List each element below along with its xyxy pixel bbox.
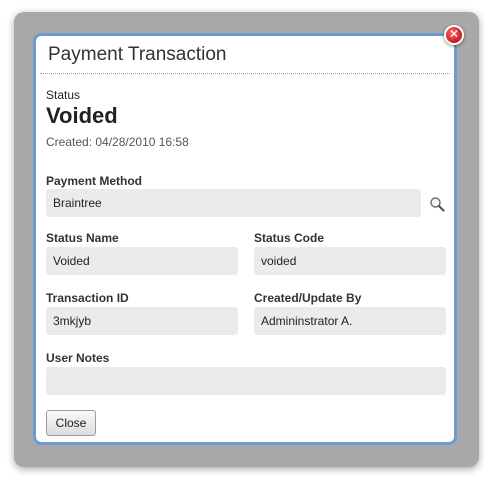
transaction-id-label: Transaction ID (46, 291, 129, 305)
payment-method-field[interactable]: Braintree (46, 189, 421, 217)
status-value: Voided (46, 103, 118, 128)
status-code-label: Status Code (254, 231, 325, 245)
user-notes-label: User Notes (46, 351, 110, 365)
close-icon[interactable]: ✕ (444, 25, 464, 45)
close-button[interactable]: Close (46, 410, 96, 436)
created-update-by-label: Created/Update By (254, 291, 362, 305)
title-divider (40, 73, 450, 74)
payment-method-label: Payment Method (46, 174, 143, 188)
status-name-label: Status Name (46, 231, 119, 245)
search-icon[interactable] (429, 196, 445, 212)
transaction-id-field[interactable]: 3mkjyb (46, 307, 238, 335)
created-update-by-field[interactable]: Admininstrator A. (254, 307, 446, 335)
created-timestamp: Created: 04/28/2010 16:58 (46, 135, 189, 149)
payment-transaction-dialog: Payment Transaction Status Voided Create… (33, 33, 457, 445)
dialog-title: Payment Transaction (48, 44, 227, 65)
status-name-field[interactable]: Voided (46, 247, 238, 275)
status-code-field[interactable]: voided (254, 247, 446, 275)
user-notes-field[interactable] (46, 367, 446, 395)
status-label: Status (46, 88, 81, 102)
